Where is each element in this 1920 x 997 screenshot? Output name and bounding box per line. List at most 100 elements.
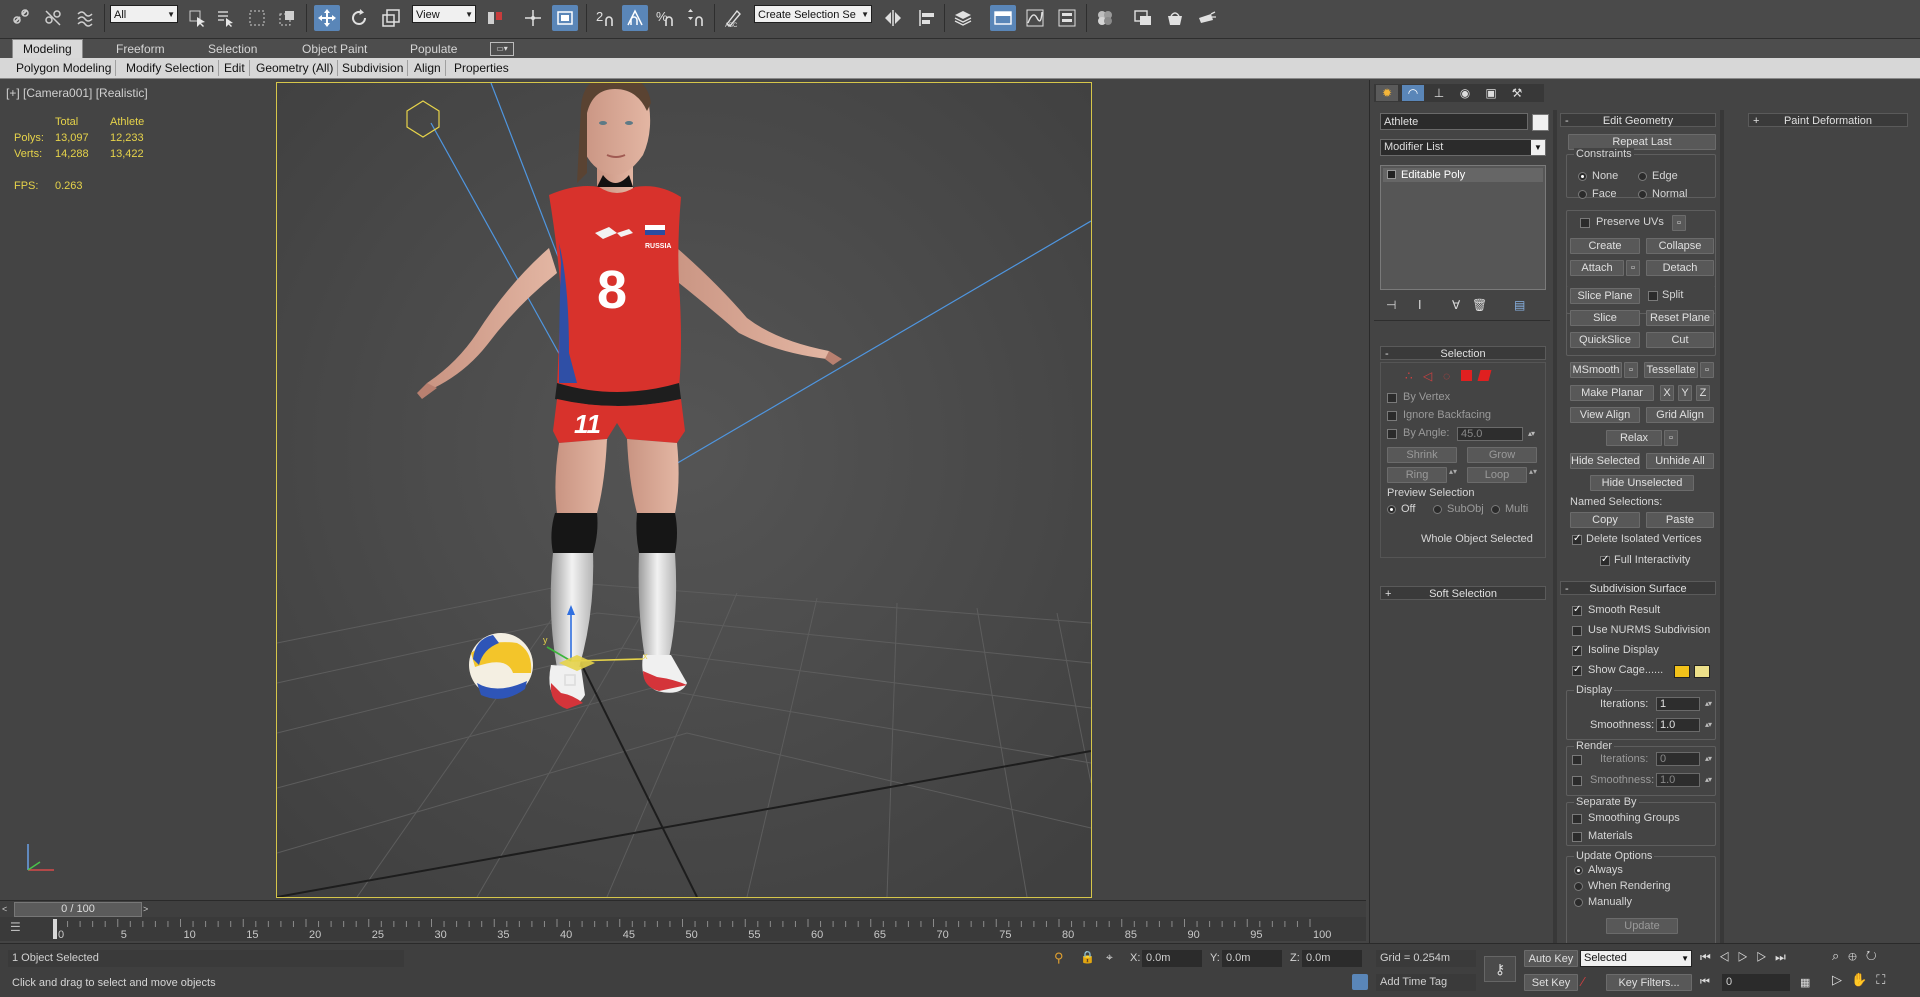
ring-button[interactable]: Ring: [1387, 467, 1447, 483]
select-and-rotate-icon[interactable]: [346, 5, 372, 31]
attach-list-icon[interactable]: ▫: [1626, 260, 1640, 276]
viewport-safe-area-right[interactable]: [1093, 80, 1367, 898]
default-tangent-icon[interactable]: ∕: [1582, 974, 1602, 991]
viewport-label[interactable]: [+] [Camera001] [Realistic]: [6, 86, 148, 100]
named-selection-sets-dropdown[interactable]: Create Selection Se: [754, 5, 872, 24]
align-icon[interactable]: [914, 5, 940, 31]
subobject-vertex-icon[interactable]: ∴: [1405, 369, 1413, 383]
cage-color-swatch-2[interactable]: [1694, 665, 1710, 678]
preserve-uvs-checkbox[interactable]: [1580, 218, 1590, 228]
render-production-icon[interactable]: [1194, 5, 1220, 31]
maximize-viewport-icon[interactable]: ⛶: [1876, 972, 1894, 987]
detach-button[interactable]: Detach: [1646, 260, 1714, 276]
stack-expand-icon[interactable]: [1387, 170, 1396, 179]
scene-render[interactable]: RUSSIA 8 11 y x: [277, 83, 1091, 897]
reset-plane-button[interactable]: Reset Plane: [1646, 310, 1714, 326]
camera-viewport[interactable]: RUSSIA 8 11 y x: [276, 82, 1092, 898]
hierarchy-tab-icon[interactable]: ⊥: [1428, 85, 1450, 101]
configure-modifier-sets-icon[interactable]: ▤: [1514, 298, 1525, 312]
curve-editor-icon[interactable]: [1022, 5, 1048, 31]
collapse-button[interactable]: Collapse: [1646, 238, 1714, 254]
relax-button[interactable]: Relax: [1606, 430, 1662, 446]
panel-align[interactable]: Align: [410, 60, 446, 76]
tessellate-button[interactable]: Tessellate: [1644, 362, 1698, 378]
rectangular-selection-icon[interactable]: [244, 5, 270, 31]
previous-frame-icon[interactable]: ◁: [1719, 950, 1738, 964]
make-unique-icon[interactable]: ∀: [1452, 298, 1460, 312]
panel-edit[interactable]: Edit: [220, 60, 250, 76]
schematic-view-icon[interactable]: [1054, 5, 1080, 31]
quickslice-button[interactable]: QuickSlice: [1570, 332, 1640, 348]
modifier-list-dropdown[interactable]: Modifier List ▼: [1380, 139, 1546, 156]
create-tab-icon[interactable]: ✹: [1376, 85, 1398, 101]
msmooth-settings-icon[interactable]: ▫: [1624, 362, 1638, 378]
tab-object-paint[interactable]: Object Paint: [292, 40, 377, 58]
play-icon[interactable]: ▷: [1738, 950, 1757, 964]
planar-x-button[interactable]: X: [1660, 385, 1674, 401]
x-coord-field[interactable]: 0.0m: [1142, 950, 1202, 967]
tessellate-settings-icon[interactable]: ▫: [1700, 362, 1714, 378]
planar-y-button[interactable]: Y: [1678, 385, 1692, 401]
bind-spacewarp-icon[interactable]: [72, 5, 98, 31]
slice-button[interactable]: Slice: [1570, 310, 1640, 326]
ignore-backfacing-checkbox[interactable]: [1387, 411, 1397, 421]
reference-coordinate-dropdown[interactable]: View: [412, 5, 476, 24]
auto-key-button[interactable]: Auto Key: [1524, 950, 1578, 967]
utilities-tab-icon[interactable]: ⚒: [1506, 85, 1528, 101]
subobject-border-icon[interactable]: ◌: [1443, 369, 1450, 383]
update-manually-radio[interactable]: [1574, 898, 1583, 907]
msmooth-button[interactable]: MSmooth: [1570, 362, 1622, 378]
cut-button[interactable]: Cut: [1646, 332, 1714, 348]
preview-multi-radio[interactable]: [1491, 505, 1500, 514]
stack-item-editable-poly[interactable]: Editable Poly: [1383, 168, 1543, 182]
constraint-normal-radio[interactable]: [1638, 190, 1647, 199]
keyboard-shortcut-override-icon[interactable]: [552, 5, 578, 31]
ribbon-options-icon[interactable]: ▭▾: [490, 42, 514, 56]
tab-selection[interactable]: Selection: [198, 40, 267, 58]
select-and-scale-icon[interactable]: [378, 5, 404, 31]
window-crossing-icon[interactable]: [274, 5, 300, 31]
pivot-center-icon[interactable]: [482, 5, 508, 31]
display-iterations-spinner[interactable]: 1: [1656, 697, 1711, 711]
object-color-swatch[interactable]: [1532, 114, 1549, 131]
use-nurms-checkbox[interactable]: [1572, 626, 1582, 636]
smoothing-groups-checkbox[interactable]: [1572, 814, 1582, 824]
object-name-field[interactable]: Athlete: [1380, 113, 1539, 130]
edit-geometry-rollout-header[interactable]: - Edit Geometry: [1560, 113, 1716, 127]
render-setup-icon[interactable]: [1130, 5, 1156, 31]
display-tab-icon[interactable]: ▣: [1480, 85, 1502, 101]
slice-plane-button[interactable]: Slice Plane: [1570, 288, 1640, 304]
angle-snap-icon[interactable]: [622, 5, 648, 31]
soft-selection-rollout-header[interactable]: + Soft Selection: [1380, 586, 1546, 600]
constraint-edge-radio[interactable]: [1638, 172, 1647, 181]
snaps-toggle-icon[interactable]: 2: [592, 5, 618, 31]
selection-lock-icon[interactable]: 🔒: [1080, 950, 1095, 964]
loop-spinner-icon[interactable]: ▴▾: [1529, 467, 1537, 476]
timeline-track[interactable]: ☰ 0 5 10 15 20 25 30 35 40 45 50 55 60 65 70 75 80 85 90 95…: [0, 917, 1366, 941]
percent-snap-icon[interactable]: %: [652, 5, 678, 31]
isoline-display-checkbox[interactable]: [1572, 644, 1582, 656]
hide-unselected-button[interactable]: Hide Unselected: [1590, 475, 1694, 491]
time-slider[interactable]: < 0 / 100 >: [0, 900, 1366, 918]
time-tag-icon[interactable]: [1352, 974, 1368, 990]
ring-spinner-icon[interactable]: ▴▾: [1449, 467, 1457, 476]
viewport-safe-area-left[interactable]: [+] [Camera001] [Realistic] Total Athlet…: [0, 80, 276, 898]
chevron-down-icon[interactable]: ▼: [1531, 140, 1545, 155]
select-manipulate-icon[interactable]: [520, 5, 546, 31]
panel-properties[interactable]: Properties: [450, 60, 513, 76]
selection-rollout-header[interactable]: - Selection: [1380, 346, 1546, 360]
z-coord-field[interactable]: 0.0m: [1302, 950, 1362, 967]
unlink-selection-icon[interactable]: [40, 5, 66, 31]
isolate-selection-icon[interactable]: ⚲: [1054, 950, 1064, 966]
subobject-polygon-icon[interactable]: [1461, 370, 1472, 381]
next-frame-icon[interactable]: ▷: [1756, 950, 1775, 964]
make-planar-button[interactable]: Make Planar: [1570, 385, 1654, 401]
set-key-mode-icon[interactable]: ⚷: [1484, 956, 1516, 982]
by-angle-spinner[interactable]: 45.0: [1457, 427, 1534, 441]
key-filters-button[interactable]: Key Filters...: [1606, 974, 1692, 991]
tab-freeform[interactable]: Freeform: [106, 40, 175, 58]
copy-button[interactable]: Copy: [1570, 512, 1640, 528]
select-link-icon[interactable]: [8, 5, 34, 31]
grow-button[interactable]: Grow: [1467, 447, 1537, 463]
time-prev-icon[interactable]: <: [2, 903, 14, 916]
